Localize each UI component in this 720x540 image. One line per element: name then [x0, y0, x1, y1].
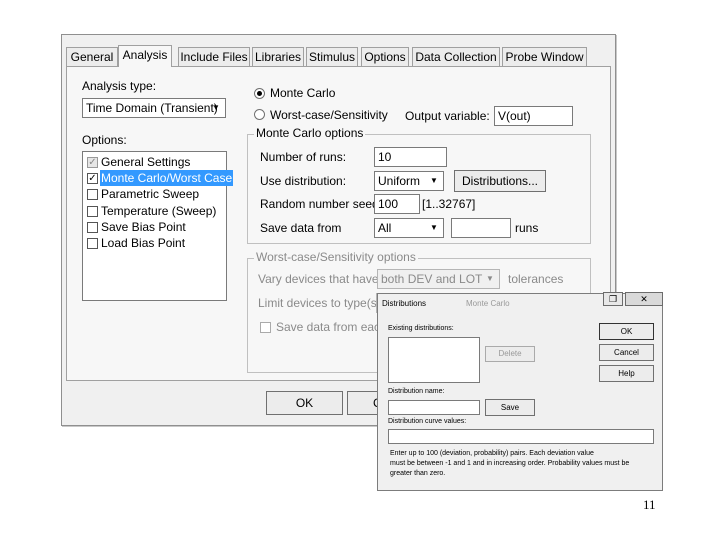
output-variable-input[interactable]: V(out) — [494, 106, 573, 126]
distribution-curve-label: Distribution curve values: — [388, 418, 467, 425]
monte-carlo-radio[interactable] — [254, 88, 265, 99]
checkbox-icon[interactable] — [87, 206, 98, 217]
close-icon[interactable]: ✕ — [625, 292, 663, 306]
random-seed-input[interactable]: 100 — [374, 194, 420, 214]
tab-general[interactable]: General — [66, 47, 118, 66]
checkbox-checked-icon[interactable]: ✓ — [87, 173, 98, 184]
instructions-line-2: must be between -1 and 1 and in increasi… — [390, 460, 630, 467]
save-data-label: Save data from — [260, 221, 342, 235]
existing-distributions-list[interactable] — [388, 337, 480, 383]
list-item[interactable]: Parametric Sweep — [85, 186, 221, 202]
delete-button[interactable]: Delete — [485, 346, 535, 362]
checkbox-icon[interactable] — [87, 238, 98, 249]
vary-devices-label: Vary devices that have — [258, 272, 379, 286]
list-item[interactable]: ✓ Monte Carlo/Worst Case — [85, 170, 234, 186]
save-each-label: Save data from each — [276, 320, 387, 334]
analysis-type-combo[interactable]: Time Domain (Transient) ▼ — [82, 98, 226, 118]
number-of-runs-input[interactable]: 10 — [374, 147, 447, 167]
chevron-down-icon[interactable]: ▼ — [426, 173, 442, 189]
checkbox-icon[interactable] — [87, 222, 98, 233]
save-data-runs-input[interactable] — [451, 218, 511, 238]
tab-options[interactable]: Options — [361, 47, 409, 66]
instructions-line-1: Enter up to 100 (deviation, probability)… — [390, 450, 594, 457]
chevron-down-icon[interactable]: ▼ — [482, 271, 498, 287]
list-item-label: Save Bias Point — [101, 220, 186, 234]
existing-distributions-label: Existing distributions: — [388, 325, 454, 332]
list-item-label: Temperature (Sweep) — [101, 204, 217, 218]
list-item-label: Monte Carlo/Worst Case — [100, 170, 234, 186]
number-of-runs-value: 10 — [378, 150, 392, 164]
list-item[interactable]: Save Bias Point — [85, 219, 221, 235]
page-number: 11 — [643, 497, 656, 512]
distribution-name-label: Distribution name: — [388, 388, 445, 395]
save-data-combo[interactable]: All ▼ — [374, 218, 444, 238]
worst-case-label: Worst-case/Sensitivity — [270, 108, 388, 122]
monte-carlo-label: Monte Carlo — [270, 86, 336, 100]
tab-data-collection[interactable]: Data Collection — [412, 47, 500, 66]
list-item-label: Load Bias Point — [101, 236, 186, 250]
tab-stimulus[interactable]: Stimulus — [306, 47, 358, 66]
monte-carlo-options-title: Monte Carlo options — [254, 126, 366, 140]
distributions-dialog: Distributions Monte Carlo Existing distr… — [377, 293, 663, 491]
list-item[interactable]: Temperature (Sweep) — [85, 203, 221, 219]
dist-help-button[interactable]: Help — [599, 365, 654, 382]
tolerances-label: tolerances — [508, 272, 564, 286]
dist-cancel-button[interactable]: Cancel — [599, 344, 654, 361]
analysis-type-label: Analysis type: — [82, 79, 157, 93]
analysis-type-value: Time Domain (Transient) — [86, 101, 218, 115]
ok-button[interactable]: OK — [266, 391, 343, 415]
list-item-label: Parametric Sweep — [101, 187, 200, 201]
chevron-down-icon[interactable]: ▼ — [426, 220, 442, 236]
monte-carlo-faded-title: Monte Carlo — [466, 299, 510, 308]
save-data-value: All — [378, 221, 392, 235]
vary-devices-value: both DEV and LOT — [381, 272, 483, 286]
save-each-checkbox[interactable] — [260, 322, 271, 333]
checkbox-icon[interactable] — [87, 189, 98, 200]
use-distribution-label: Use distribution: — [260, 174, 347, 188]
checkbox-checked-icon[interactable]: ✓ — [87, 157, 98, 168]
distributions-dialog-title: Distributions — [382, 299, 427, 308]
limit-devices-label: Limit devices to type(s): — [258, 296, 385, 310]
tab-analysis[interactable]: Analysis — [118, 45, 172, 67]
save-button[interactable]: Save — [485, 399, 535, 416]
distribution-name-input[interactable] — [388, 400, 480, 415]
tab-libraries[interactable]: Libraries — [252, 47, 304, 66]
tab-strip: General Analysis Include Files Libraries… — [66, 45, 611, 67]
random-seed-value: 100 — [378, 197, 399, 211]
use-distribution-value: Uniform — [378, 174, 421, 188]
options-label: Options: — [82, 133, 127, 147]
vary-devices-combo[interactable]: both DEV and LOT ▼ — [377, 269, 500, 289]
options-listbox[interactable]: ✓ General Settings ✓ Monte Carlo/Worst C… — [82, 151, 234, 301]
list-item[interactable]: ✓ General Settings — [85, 154, 221, 170]
dist-ok-button[interactable]: OK — [599, 323, 654, 340]
worst-case-radio[interactable] — [254, 109, 265, 120]
runs-label: runs — [515, 221, 539, 235]
tab-include-files[interactable]: Include Files — [178, 47, 250, 66]
instructions-line-3: greater than zero. — [390, 470, 446, 477]
worst-case-options-title: Worst-case/Sensitivity options — [254, 250, 418, 264]
chevron-down-icon[interactable]: ▼ — [208, 100, 224, 116]
random-seed-label: Random number seed: — [260, 197, 383, 211]
distributions-button[interactable]: Distributions... — [454, 170, 546, 192]
list-item-label: General Settings — [101, 155, 191, 169]
number-of-runs-label: Number of runs: — [260, 150, 347, 164]
tab-probe-window[interactable]: Probe Window — [502, 47, 587, 66]
output-variable-value: V(out) — [498, 109, 531, 123]
restore-icon[interactable]: ❐ — [603, 292, 623, 306]
output-variable-label: Output variable: — [405, 109, 490, 123]
use-distribution-combo[interactable]: Uniform ▼ — [374, 171, 444, 191]
distribution-curve-input[interactable] — [388, 429, 654, 444]
list-item[interactable]: Load Bias Point — [85, 235, 221, 251]
random-seed-range: [1..32767] — [422, 197, 476, 211]
